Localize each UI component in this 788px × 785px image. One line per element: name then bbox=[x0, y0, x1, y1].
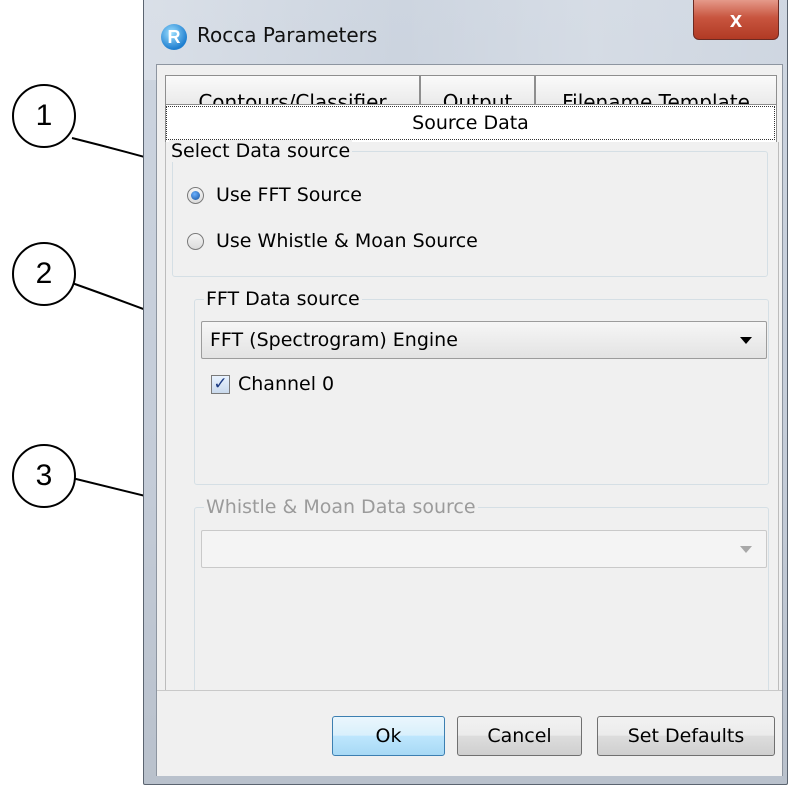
fft-source-dropdown[interactable]: FFT (Spectrogram) Engine bbox=[201, 321, 767, 359]
radio-use-fft-label: Use FFT Source bbox=[216, 184, 362, 206]
set-defaults-button[interactable]: Set Defaults bbox=[597, 716, 775, 756]
title-bar[interactable]: R Rocca Parameters x bbox=[144, 0, 787, 64]
whistle-moan-data-source-group: Whistle & Moan Data source bbox=[194, 496, 769, 695]
radio-use-whistle-moan[interactable]: Use Whistle & Moan Source bbox=[187, 230, 478, 252]
button-bar: Ok Cancel Set Defaults bbox=[157, 690, 782, 776]
channel-0-checkbox[interactable]: ✓ Channel 0 bbox=[211, 373, 334, 395]
select-data-source-group: Select Data source Use FFT Source Use Wh… bbox=[169, 140, 768, 277]
checkmark-icon: ✓ bbox=[211, 374, 230, 394]
tab-source-data-label: Source Data bbox=[166, 106, 775, 140]
radio-use-whistle-moan-label: Use Whistle & Moan Source bbox=[216, 230, 478, 252]
chevron-down-icon bbox=[740, 337, 752, 344]
source-data-panel: Select Data source Use FFT Source Use Wh… bbox=[165, 140, 779, 695]
ok-button[interactable]: Ok bbox=[332, 716, 445, 756]
fft-data-source-group: FFT Data source FFT (Spectrogram) Engine… bbox=[194, 288, 769, 485]
fft-data-source-legend: FFT Data source bbox=[204, 288, 362, 310]
channel-0-label: Channel 0 bbox=[238, 373, 335, 395]
fft-source-selected: FFT (Spectrogram) Engine bbox=[210, 329, 458, 351]
client-area: Contours/Classifier Output Filename Temp… bbox=[156, 64, 783, 776]
whistle-moan-source-dropdown[interactable] bbox=[201, 530, 767, 568]
chevron-down-icon bbox=[740, 546, 752, 553]
callout-3: 3 bbox=[12, 444, 76, 508]
close-icon: x bbox=[729, 6, 743, 32]
select-data-source-legend: Select Data source bbox=[169, 140, 353, 162]
callout-2: 2 bbox=[12, 242, 76, 306]
cancel-button[interactable]: Cancel bbox=[457, 716, 582, 756]
whistle-moan-data-source-legend: Whistle & Moan Data source bbox=[204, 496, 478, 518]
close-button[interactable]: x bbox=[693, 0, 779, 40]
dialog-window: R Rocca Parameters x Contours/Classifier… bbox=[143, 0, 788, 785]
window-title: Rocca Parameters bbox=[197, 23, 378, 47]
radio-button-checked-icon bbox=[187, 186, 204, 204]
app-icon: R bbox=[161, 24, 187, 50]
callout-1: 1 bbox=[12, 84, 76, 148]
radio-button-icon bbox=[187, 232, 204, 250]
tab-source-data[interactable]: Source Data bbox=[165, 104, 777, 142]
radio-use-fft[interactable]: Use FFT Source bbox=[187, 184, 362, 206]
